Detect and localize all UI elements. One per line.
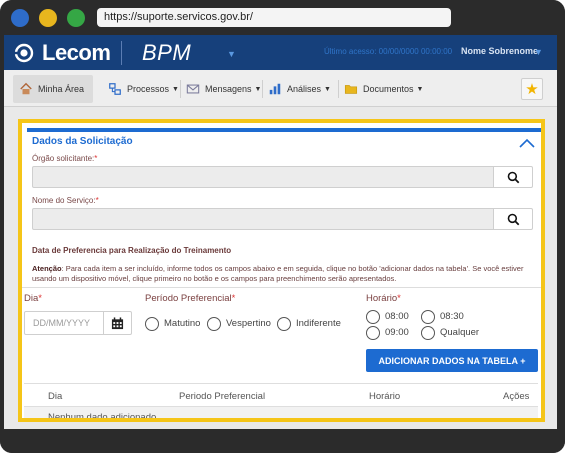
- radio-label-0830: 08:30: [440, 311, 464, 322]
- logo-text[interactable]: Lecom: [42, 40, 111, 66]
- attention-note: Atenção: Para cada item a ser incluído, …: [32, 264, 524, 283]
- horario-label: Horário*: [366, 293, 401, 304]
- chevron-down-icon[interactable]: ▼: [227, 49, 236, 59]
- nav-item-processos[interactable]: Processos ▼: [108, 75, 179, 103]
- main-nav: Minha Área Processos ▼ Mensagens ▼ Análi…: [4, 70, 557, 107]
- date-input[interactable]: DD/MM/YYYY: [24, 311, 104, 335]
- radio-indiferente[interactable]: [277, 317, 291, 331]
- search-icon: [507, 171, 519, 183]
- column-header-periodo[interactable]: Periodo Preferencial: [179, 391, 265, 402]
- user-menu-chevron-icon[interactable]: ▼: [534, 47, 543, 57]
- dia-label: Dia*: [24, 293, 42, 304]
- user-menu[interactable]: Nome Sobrenome: [461, 46, 538, 56]
- orgao-label: Órgão solicitante:*: [32, 154, 98, 163]
- processes-icon: [109, 83, 121, 95]
- nav-item-mensagens[interactable]: Mensagens ▼: [186, 75, 261, 103]
- servico-label: Nome do Serviço:*: [32, 196, 99, 205]
- chevron-down-icon: ▼: [324, 85, 331, 93]
- window-maximize-button[interactable]: [67, 9, 85, 27]
- radio-qualquer[interactable]: [421, 326, 435, 340]
- periodo-label: Período Preferencial*: [145, 293, 236, 304]
- column-header-dia[interactable]: Dia: [48, 391, 62, 402]
- section-divider: [22, 287, 541, 288]
- nav-divider: [180, 80, 181, 98]
- nav-divider: [262, 80, 263, 98]
- nav-label: Processos: [127, 84, 170, 94]
- radio-0900[interactable]: [366, 326, 380, 340]
- radio-label-indiferente: Indiferente: [296, 318, 341, 329]
- table-row: Nenhum dado adicionado: [24, 407, 538, 422]
- radio-label-0800: 08:00: [385, 311, 409, 322]
- servico-search-button[interactable]: [493, 208, 533, 230]
- radio-label-vespertino: Vespertino: [226, 318, 271, 329]
- radio-matutino[interactable]: [145, 317, 159, 331]
- table-header: Dia Periodo Preferencial Horário Ações: [24, 383, 538, 407]
- servico-field[interactable]: [32, 208, 494, 230]
- orgao-search-button[interactable]: [493, 166, 533, 188]
- page-viewport: Lecom BPM ▼ Último acesso: 00/00/0000 00…: [4, 35, 557, 429]
- nav-item-minha-area[interactable]: Minha Área: [13, 75, 93, 103]
- chevron-down-icon: ▼: [254, 85, 262, 93]
- product-name: BPM: [142, 40, 192, 65]
- column-header-horario[interactable]: Horário: [369, 391, 400, 402]
- window-close-button[interactable]: [11, 9, 29, 27]
- nav-label: Documentos: [363, 84, 414, 94]
- radio-label-matutino: Matutino: [164, 318, 201, 329]
- star-icon: ★: [525, 81, 539, 98]
- section-accent-line: [27, 128, 541, 132]
- calendar-icon: [111, 316, 124, 329]
- home-icon: [20, 82, 32, 95]
- address-bar[interactable]: https://suporte.servicos.gov.br/: [97, 8, 451, 27]
- browser-window: https://suporte.servicos.gov.br/ Lecom B…: [0, 0, 565, 453]
- empty-table-message: Nenhum dado adicionado: [48, 412, 157, 422]
- chevron-up-icon[interactable]: [518, 137, 536, 149]
- search-icon: [507, 213, 519, 225]
- nav-divider: [338, 80, 339, 98]
- favorite-button[interactable]: ★: [521, 78, 543, 100]
- browser-titlebar: https://suporte.servicos.gov.br/: [0, 0, 565, 34]
- radio-0830[interactable]: [421, 310, 435, 324]
- chevron-down-icon: ▼: [172, 85, 179, 93]
- radio-label-0900: 09:00: [385, 327, 409, 338]
- browser-bottom-bar: [0, 429, 565, 453]
- nav-label: Minha Área: [38, 84, 85, 94]
- radio-vespertino[interactable]: [207, 317, 221, 331]
- nav-label: Mensagens: [205, 84, 252, 94]
- nav-label: Análises: [287, 84, 322, 94]
- chevron-down-icon: ▼: [416, 85, 424, 93]
- app-header: Lecom BPM ▼ Último acesso: 00/00/0000 00…: [4, 35, 557, 70]
- column-header-acoes: Ações: [503, 391, 530, 402]
- orgao-field[interactable]: [32, 166, 494, 188]
- section-title: Dados da Solicitação: [32, 136, 133, 147]
- request-form-panel: Dados da Solicitação Órgão solicitante:*…: [18, 119, 545, 422]
- chart-icon: [269, 83, 281, 95]
- nav-item-documentos[interactable]: Documentos ▼: [344, 75, 423, 103]
- last-access-text: Último acesso: 00/00/0000 00:00:00: [324, 47, 453, 56]
- preference-title: Data de Preferencia para Realização do T…: [32, 246, 232, 255]
- window-minimize-button[interactable]: [39, 9, 57, 27]
- lecom-logo-icon: [14, 43, 34, 63]
- folder-icon: [344, 85, 358, 94]
- calendar-button[interactable]: [103, 311, 132, 335]
- radio-0800[interactable]: [366, 310, 380, 324]
- radio-label-qualquer: Qualquer: [440, 327, 480, 338]
- nav-item-analises[interactable]: Análises ▼: [268, 75, 331, 103]
- add-to-table-button[interactable]: ADICIONAR DADOS NA TABELA +: [366, 349, 538, 372]
- logo-separator: [121, 41, 122, 65]
- mail-icon: [186, 84, 200, 94]
